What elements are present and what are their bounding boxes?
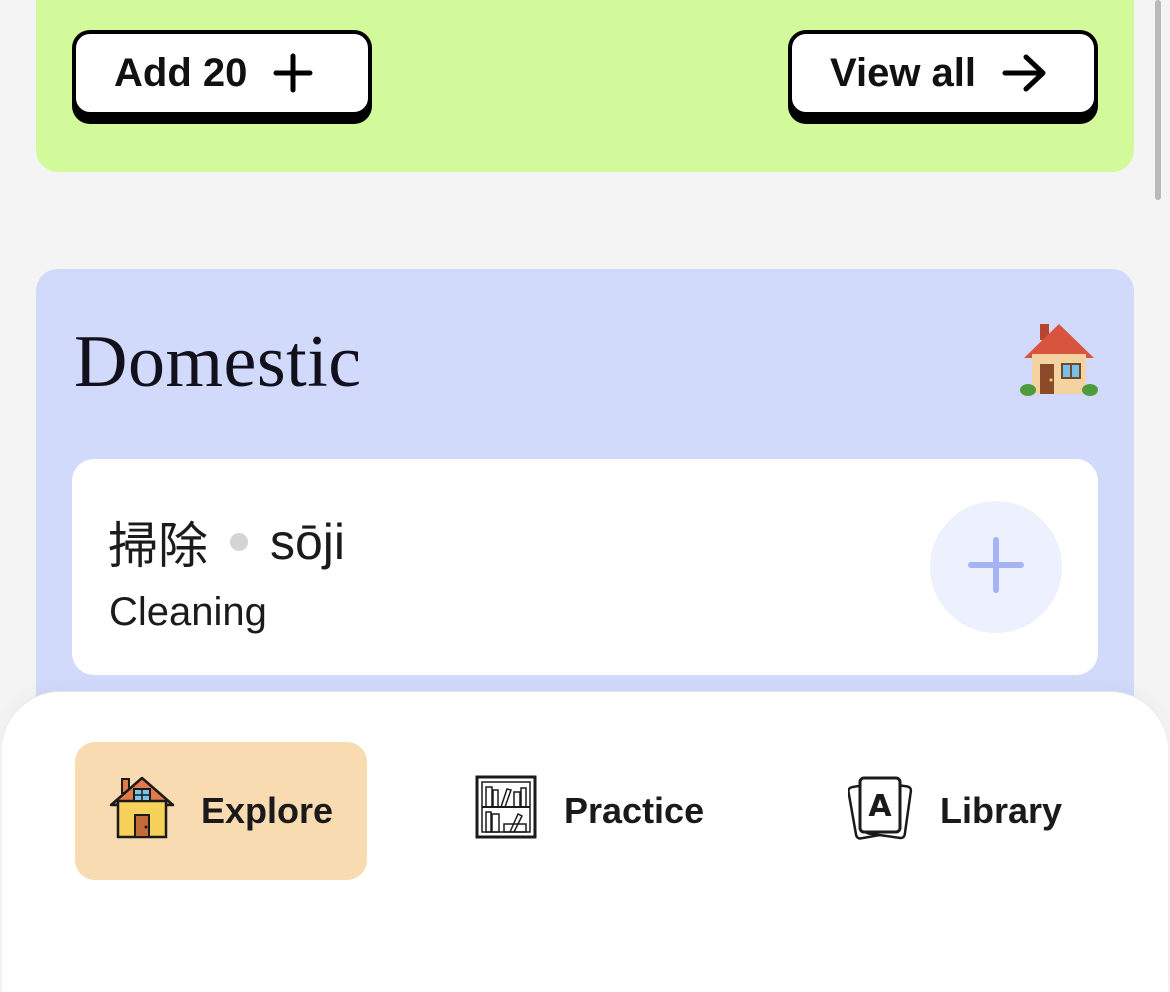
add-word-button[interactable] xyxy=(930,501,1062,633)
plus-icon xyxy=(968,536,1024,598)
section-title: Domestic xyxy=(74,321,362,403)
add-20-label: Add 20 xyxy=(114,50,248,95)
nav-practice[interactable]: Practice xyxy=(474,742,704,880)
flashcards-icon: A xyxy=(847,774,914,849)
word-kanji: 掃除 xyxy=(108,517,208,575)
svg-text:A: A xyxy=(868,789,892,824)
nav-library[interactable]: A Library xyxy=(847,742,1063,880)
add-20-button[interactable]: Add 20 xyxy=(72,30,372,116)
house-icon xyxy=(109,775,175,848)
nav-practice-label: Practice xyxy=(564,790,705,831)
nav-explore-label: Explore xyxy=(201,790,334,831)
word-romaji: sōji xyxy=(270,514,346,570)
house-icon xyxy=(1020,320,1098,403)
word-heading: 掃除 sōji xyxy=(108,506,345,578)
nav-explore[interactable]: Explore xyxy=(75,742,367,880)
scrollbar[interactable] xyxy=(1155,0,1161,200)
nav-library-label: Library xyxy=(940,790,1063,831)
plus-icon xyxy=(273,53,313,93)
word-meaning: Cleaning xyxy=(109,590,267,634)
view-all-button[interactable]: View all xyxy=(788,30,1098,116)
bookshelf-icon xyxy=(474,774,538,849)
view-all-label: View all xyxy=(830,50,977,95)
separator-dot xyxy=(230,533,248,551)
arrow-right-icon xyxy=(1002,53,1048,93)
